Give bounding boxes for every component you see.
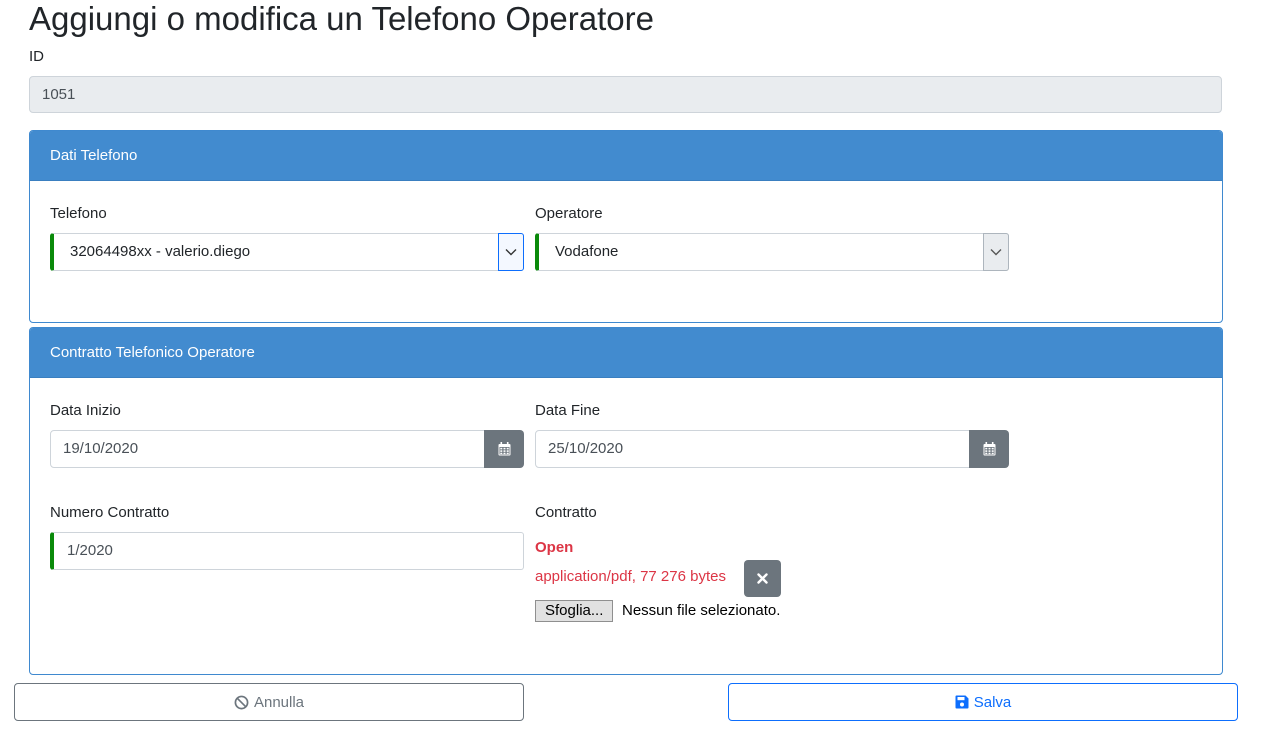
- data-inizio-label: Data Inizio: [50, 402, 121, 419]
- close-icon: [757, 573, 768, 584]
- data-fine-input[interactable]: 25/10/2020: [535, 430, 970, 468]
- ban-icon: [234, 695, 249, 710]
- data-fine-label: Data Fine: [535, 402, 601, 419]
- numero-contratto-input[interactable]: 1/2020: [50, 532, 524, 570]
- no-file-selected-text: Nessun file selezionato.: [622, 602, 781, 619]
- data-fine-calendar-button[interactable]: [969, 430, 1009, 468]
- telefono-select[interactable]: 32064498xx - valerio.diego: [50, 233, 524, 271]
- cancel-button[interactable]: Annulla: [14, 683, 524, 721]
- calendar-icon: [983, 442, 995, 456]
- contract-card-header: Contratto Telefonico Operatore: [30, 328, 1222, 378]
- phone-data-card-header: Dati Telefono: [30, 131, 1222, 181]
- data-inizio-calendar-button[interactable]: [484, 430, 524, 468]
- telefono-label: Telefono: [50, 205, 107, 222]
- save-button-label: Salva: [973, 693, 1012, 711]
- operatore-select-value: Vodafone: [555, 243, 619, 260]
- browse-file-button[interactable]: Sfoglia...: [535, 600, 614, 622]
- telefono-select-value: 32064498xx - valerio.diego: [70, 243, 251, 260]
- contract-card: Contratto Telefonico Operatore Data Iniz…: [29, 327, 1223, 675]
- id-field: 1051: [29, 76, 1222, 113]
- chevron-down-icon[interactable]: [498, 233, 524, 271]
- open-contract-link[interactable]: Open: [535, 539, 573, 556]
- remove-file-button[interactable]: [744, 560, 781, 597]
- page-title: Aggiungi o modifica un Telefono Operator…: [29, 0, 654, 37]
- calendar-icon: [498, 442, 510, 456]
- floppy-disk-icon: [955, 695, 969, 709]
- data-inizio-input[interactable]: 19/10/2020: [50, 430, 485, 468]
- operatore-select[interactable]: Vodafone: [535, 233, 1009, 271]
- contract-file-info: application/pdf, 77 276 bytes: [535, 568, 726, 585]
- save-button[interactable]: Salva: [728, 683, 1238, 721]
- operatore-label: Operatore: [535, 205, 603, 222]
- phone-data-card: Dati Telefono Telefono 32064498xx - vale…: [29, 130, 1223, 323]
- id-label: ID: [29, 48, 44, 65]
- numero-contratto-label: Numero Contratto: [50, 504, 170, 521]
- contratto-label: Contratto: [535, 504, 597, 521]
- cancel-button-label: Annulla: [253, 693, 305, 711]
- chevron-down-icon[interactable]: [983, 233, 1009, 271]
